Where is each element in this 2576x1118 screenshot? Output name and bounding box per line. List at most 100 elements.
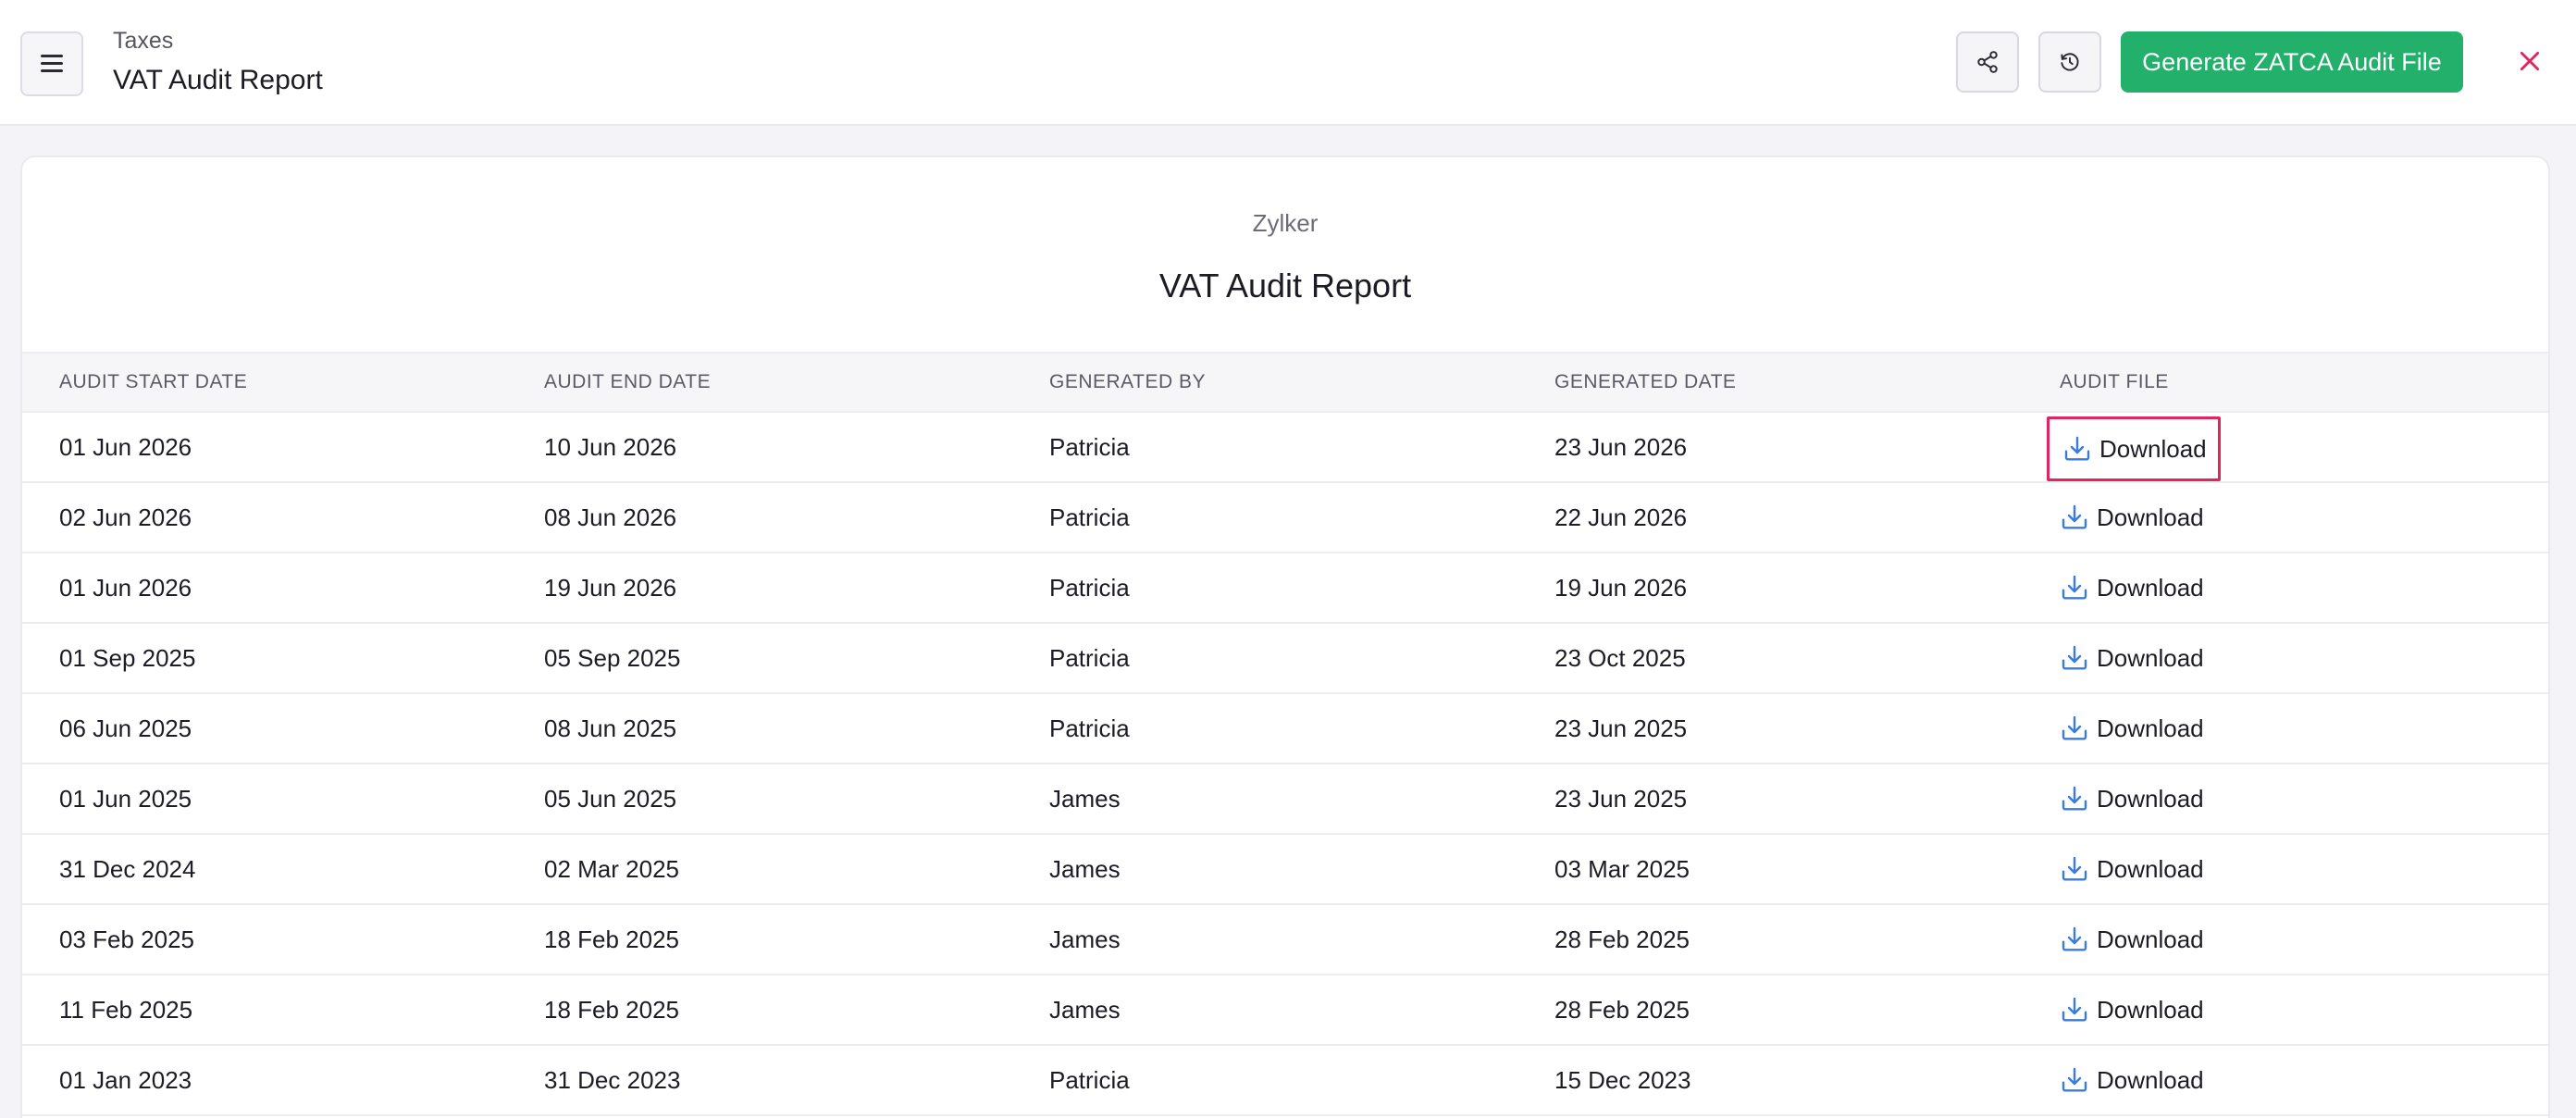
generated-by-cell: Patricia <box>1049 714 1130 742</box>
audit-start-date-cell: 01 Jun 2026 <box>59 433 192 461</box>
audit-start-date-cell: 11 Feb 2025 <box>59 996 193 1024</box>
download-label: Download <box>2097 643 2204 672</box>
download-icon <box>2062 786 2087 811</box>
download-link[interactable]: Download <box>2060 553 2204 622</box>
table-row: 01 Jan 2023 31 Dec 2023 Patricia 15 Dec 202… <box>22 1046 2548 1116</box>
download-link[interactable]: Download <box>2060 1046 2204 1114</box>
download-label: Download <box>2097 714 2204 742</box>
hamburger-menu-icon <box>41 55 63 73</box>
download-link[interactable]: Download <box>2060 764 2204 833</box>
breadcrumb: Taxes <box>113 28 174 54</box>
audit-end-date-cell: 19 Jun 2026 <box>544 574 677 602</box>
download-label: Download <box>2097 503 2204 531</box>
menu-button[interactable] <box>20 31 83 96</box>
download-link[interactable]: Download <box>2047 416 2221 481</box>
audit-start-date-cell: 01 Jan 2023 <box>59 1066 192 1094</box>
audit-start-date-cell: 06 Jun 2025 <box>59 714 192 742</box>
share-icon <box>1977 51 1998 73</box>
download-label: Download <box>2097 995 2204 1024</box>
report-title: VAT Audit Report <box>1158 267 1412 304</box>
download-link[interactable]: Download <box>2060 624 2204 692</box>
close-icon <box>2520 51 2540 71</box>
audit-end-date-cell: 05 Sep 2025 <box>544 644 681 672</box>
history-button[interactable] <box>2038 31 2101 93</box>
generated-date-cell: 28 Feb 2025 <box>1554 996 1690 1024</box>
table-header: AUDIT START DATE AUDIT END DATE GENERATE… <box>22 352 2548 413</box>
page-title: VAT Audit Report <box>113 65 323 95</box>
download-label: Download <box>2097 573 2204 602</box>
download-icon <box>2062 645 2087 670</box>
generated-date-cell: 15 Dec 2023 <box>1554 1066 1691 1094</box>
generated-by-cell: James <box>1049 855 1121 883</box>
column-header-audit-file: AUDIT FILE <box>2060 371 2169 392</box>
generated-by-cell: James <box>1049 785 1121 813</box>
generated-date-cell: 28 Feb 2025 <box>1554 925 1690 953</box>
generated-date-cell: 03 Mar 2025 <box>1554 855 1690 883</box>
generated-by-cell: Patricia <box>1049 503 1130 531</box>
audit-end-date-cell: 08 Jun 2026 <box>544 503 677 531</box>
history-icon <box>2061 53 2079 71</box>
column-header-audit-end-date: AUDIT END DATE <box>544 371 712 392</box>
table-row: 01 Jun 2026 10 Jun 2026 Patricia 23 Jun 202… <box>22 413 2548 483</box>
generated-date-cell: 23 Jun 2025 <box>1554 785 1688 813</box>
download-icon <box>2062 926 2087 951</box>
download-label: Download <box>2097 925 2204 953</box>
generated-date-cell: 23 Oct 2025 <box>1554 644 1686 672</box>
audit-start-date-cell: 31 Dec 2024 <box>59 855 196 883</box>
audit-end-date-cell: 10 Jun 2026 <box>544 433 677 461</box>
table-row: 31 Dec 2024 02 Mar 2025 James 03 Mar 2025 Do… <box>22 835 2548 905</box>
generated-by-cell: Patricia <box>1049 644 1130 672</box>
column-header-generated-by: GENERATED BY <box>1049 371 1206 392</box>
generated-date-cell: 23 Jun 2025 <box>1554 714 1688 742</box>
generated-date-cell: 23 Jun 2026 <box>1554 433 1688 461</box>
generated-date-cell: 19 Jun 2026 <box>1554 574 1688 602</box>
generated-by-cell: James <box>1049 925 1121 953</box>
download-label: Download <box>2097 1065 2204 1094</box>
generated-by-cell: James <box>1049 996 1121 1024</box>
download-label: Download <box>2097 784 2204 813</box>
generated-by-cell: Patricia <box>1049 433 1130 461</box>
audit-end-date-cell: 05 Jun 2025 <box>544 785 677 813</box>
download-icon <box>2062 715 2087 740</box>
share-button[interactable] <box>1956 31 2019 93</box>
audit-start-date-cell: 01 Sep 2025 <box>59 644 196 672</box>
download-link[interactable]: Download <box>2060 975 2204 1044</box>
audit-end-date-cell: 02 Mar 2025 <box>544 855 679 883</box>
table-row: 03 Feb 2025 18 Feb 2025 James 28 Feb 2025 Do… <box>22 905 2548 975</box>
download-link[interactable]: Download <box>2060 905 2204 974</box>
download-label: Download <box>2099 434 2207 463</box>
download-link[interactable]: Download <box>2060 694 2204 763</box>
download-icon <box>2062 1067 2087 1092</box>
download-icon <box>2062 575 2087 600</box>
audit-end-date-cell: 31 Dec 2023 <box>544 1066 681 1094</box>
download-link[interactable]: Download <box>2060 483 2204 552</box>
audit-start-date-cell: 01 Jun 2026 <box>59 574 192 602</box>
generated-by-cell: Patricia <box>1049 574 1130 602</box>
generate-zatca-audit-file-button[interactable]: Generate ZATCA Audit File <box>2121 31 2463 93</box>
table-row: 11 Feb 2025 18 Feb 2025 James 28 Feb 2025 Do… <box>22 975 2548 1046</box>
report-card: Zylker VAT Audit Report AUDIT START DATE… <box>20 155 2550 1118</box>
table-row: 01 Sep 2025 05 Sep 2025 Patricia 23 Oct 202… <box>22 624 2548 694</box>
audit-start-date-cell: 03 Feb 2025 <box>59 925 195 953</box>
generated-by-cell: Patricia <box>1049 1066 1130 1094</box>
table-row: 01 Jun 2026 19 Jun 2026 Patricia 19 Jun 202… <box>22 553 2548 624</box>
generated-date-cell: 22 Jun 2026 <box>1554 503 1688 531</box>
column-header-audit-start-date: AUDIT START DATE <box>59 371 248 392</box>
audit-end-date-cell: 08 Jun 2025 <box>544 714 677 742</box>
organization-name: Zylker <box>1252 209 1319 237</box>
close-button[interactable] <box>2509 41 2550 81</box>
download-link[interactable]: Download <box>2060 835 2204 903</box>
download-icon <box>2062 997 2087 1022</box>
audit-start-date-cell: 02 Jun 2026 <box>59 503 192 531</box>
audit-start-date-cell: 01 Jun 2025 <box>59 785 192 813</box>
table-row: 02 Jun 2026 08 Jun 2026 Patricia 22 Jun 202… <box>22 483 2548 553</box>
table-row: 06 Jun 2025 08 Jun 2025 Patricia 23 Jun 202… <box>22 694 2548 764</box>
table-row: 01 Jun 2025 05 Jun 2025 James 23 Jun 2025 Do… <box>22 764 2548 835</box>
column-header-generated-date: GENERATED DATE <box>1554 371 1737 392</box>
top-bar: Taxes VAT Audit Report Generate ZATCA Au… <box>0 0 2576 126</box>
download-icon <box>2062 504 2087 529</box>
download-icon <box>2064 436 2090 461</box>
download-label: Download <box>2097 854 2204 883</box>
download-icon <box>2062 856 2087 881</box>
audit-end-date-cell: 18 Feb 2025 <box>544 996 680 1024</box>
